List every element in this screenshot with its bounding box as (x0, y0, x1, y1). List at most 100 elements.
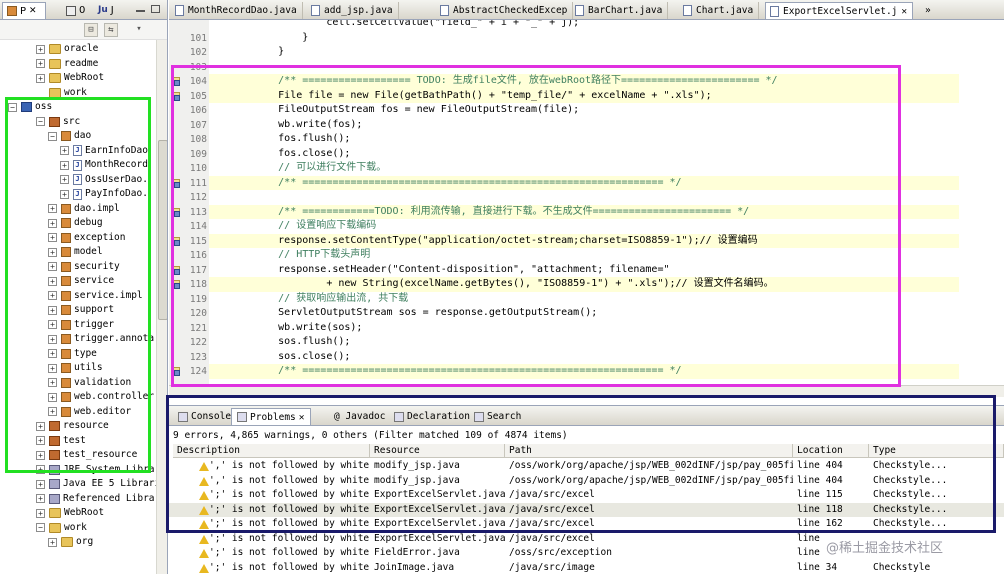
more-tabs-icon[interactable]: » (921, 2, 936, 19)
collapse-icon[interactable]: − (36, 523, 45, 533)
tree-item[interactable]: + trigger.annota (48, 332, 154, 347)
tree-item[interactable]: + debug (48, 216, 103, 231)
tree-item[interactable]: + web.editor (48, 405, 131, 420)
table-row[interactable]: ';' is not followed by white ExportExcelS… (169, 502, 1004, 517)
collapse-icon[interactable]: − (48, 131, 57, 141)
table-row[interactable]: ';' is not followed by white ExportExcelS… (169, 517, 1004, 532)
tree-item[interactable]: + JRE System Library (36, 463, 156, 478)
table-row[interactable]: ',' is not followed by white modify_jsp.j… (169, 459, 1004, 474)
expand-icon[interactable]: + (60, 160, 69, 170)
table-row[interactable]: ',' is not followed by white modify_jsp.j… (169, 474, 1004, 489)
tree-item[interactable]: + WebRoot (36, 71, 104, 86)
expand-icon[interactable]: + (36, 479, 45, 489)
warning-marker-icon[interactable] (171, 236, 181, 248)
tree-item[interactable]: + J EarnInfoDao (60, 144, 148, 159)
expand-icon[interactable]: + (48, 349, 57, 359)
minimize-icon[interactable] (136, 10, 145, 12)
expand-icon[interactable]: + (48, 276, 57, 286)
tree-item[interactable]: + test_resource (36, 448, 137, 463)
tree-item[interactable]: + Java EE 5 Libraries (36, 477, 156, 492)
tree-item[interactable]: + WebRoot (36, 506, 104, 521)
expand-icon[interactable]: + (36, 494, 45, 504)
table-row[interactable]: ';' is not followed by white ExportExcelS… (169, 488, 1004, 503)
tree-item[interactable]: + service.impl (48, 289, 143, 304)
tree-item[interactable]: + test (36, 434, 86, 449)
tree-scrollbar[interactable] (156, 40, 167, 574)
expand-icon[interactable]: + (48, 262, 57, 272)
column-header[interactable]: Location (793, 444, 869, 458)
expand-icon[interactable]: + (36, 465, 45, 475)
tree-item[interactable]: + J OssUserDao. (60, 173, 148, 188)
expand-icon[interactable]: + (48, 334, 57, 344)
expand-icon[interactable]: + (48, 233, 57, 243)
expand-icon[interactable]: + (48, 291, 57, 301)
tree-item[interactable]: + exception (48, 231, 125, 246)
tab-package-explorer[interactable]: P ✕ (2, 2, 46, 19)
tree-item[interactable]: − oss (8, 100, 52, 115)
expand-icon[interactable]: + (48, 363, 57, 373)
expand-icon[interactable]: + (36, 73, 45, 83)
expand-icon[interactable]: + (36, 59, 45, 69)
warning-marker-icon[interactable] (171, 280, 181, 291)
link-editor-icon[interactable]: ⇆ (104, 23, 118, 37)
column-header[interactable]: Path (505, 444, 793, 458)
editor-tab[interactable]: Chart.java (679, 2, 760, 19)
tab-problems[interactable]: Problems ✕ (231, 408, 311, 425)
tree-item[interactable]: work (36, 86, 87, 101)
collapse-icon[interactable]: − (8, 102, 17, 112)
tree-item[interactable]: + Referenced Libraries (36, 492, 156, 507)
tree-item[interactable]: + readme (36, 57, 98, 72)
editor-tab[interactable]: BarChart.java (571, 2, 669, 19)
warning-marker-icon[interactable] (171, 265, 181, 277)
expand-icon[interactable]: + (48, 392, 57, 402)
tab-declaration[interactable]: Declaration (389, 408, 475, 425)
maximize-icon[interactable] (151, 5, 160, 13)
tree-item[interactable]: − src (36, 115, 80, 130)
close-icon[interactable]: ✕ (901, 3, 907, 20)
tab-junit[interactable]: Ju J (94, 2, 118, 19)
expand-icon[interactable]: + (48, 204, 57, 214)
editor-tab[interactable]: add_jsp.java (307, 2, 399, 19)
tab-outline[interactable]: 0 (62, 2, 89, 19)
expand-icon[interactable]: + (48, 247, 57, 257)
editor-horizontal-scrollbar[interactable] (169, 385, 1004, 397)
tree-item[interactable]: − work (36, 521, 87, 536)
tree-item[interactable]: + resource (36, 419, 109, 434)
expand-icon[interactable]: + (36, 508, 45, 518)
tree-item[interactable]: + J MonthRecord (60, 158, 148, 173)
editor-tab[interactable]: MonthRecordDao.java (171, 2, 303, 19)
tree-item[interactable]: + utils (48, 361, 103, 376)
tree-item[interactable]: + service (48, 274, 114, 289)
expand-icon[interactable]: + (60, 175, 69, 185)
tree-item[interactable]: + org (48, 535, 93, 550)
warning-marker-icon[interactable] (171, 77, 181, 88)
expand-icon[interactable]: + (36, 436, 45, 446)
expand-icon[interactable]: + (48, 378, 57, 388)
tree-item[interactable]: + support (48, 303, 114, 318)
table-row[interactable]: ';' is not followed by white JoinImage.ja… (169, 561, 1004, 574)
expand-icon[interactable]: + (48, 320, 57, 330)
tree-item[interactable]: + J PayInfoDao. (60, 187, 148, 202)
view-menu-icon[interactable]: ▾ (132, 23, 146, 37)
expand-icon[interactable]: + (36, 450, 45, 460)
expand-icon[interactable]: + (48, 218, 57, 228)
tab-search[interactable]: Search (469, 408, 526, 425)
close-icon[interactable]: ✕ (29, 3, 37, 20)
collapse-icon[interactable]: − (36, 117, 45, 127)
close-icon[interactable]: ✕ (299, 409, 305, 426)
expand-icon[interactable]: + (48, 537, 57, 547)
tree-scrollbar-thumb[interactable] (158, 140, 167, 320)
tree-item[interactable]: + trigger (48, 318, 114, 333)
tree-item[interactable]: + model (48, 245, 103, 260)
expand-icon[interactable]: + (48, 305, 57, 315)
column-header[interactable]: Type (869, 444, 1004, 458)
tree-item[interactable]: − dao (48, 129, 91, 144)
tree-item[interactable]: + type (48, 347, 97, 362)
tree-item[interactable]: + security (48, 260, 120, 275)
warning-marker-icon[interactable] (171, 207, 181, 219)
editor-tab[interactable]: AbstractCheckedExcep (436, 2, 574, 19)
column-header[interactable]: Resource (370, 444, 505, 458)
column-header[interactable]: Description (173, 444, 370, 458)
tree-item[interactable]: + validation (48, 376, 131, 391)
expand-icon[interactable]: + (48, 407, 57, 417)
